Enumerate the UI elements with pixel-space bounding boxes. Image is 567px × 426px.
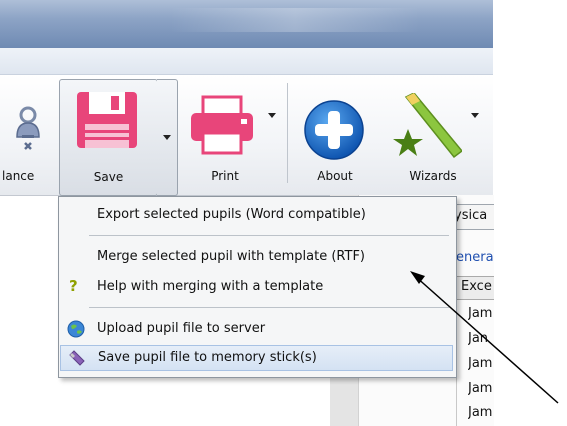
annotation-arrow-icon <box>410 271 559 404</box>
